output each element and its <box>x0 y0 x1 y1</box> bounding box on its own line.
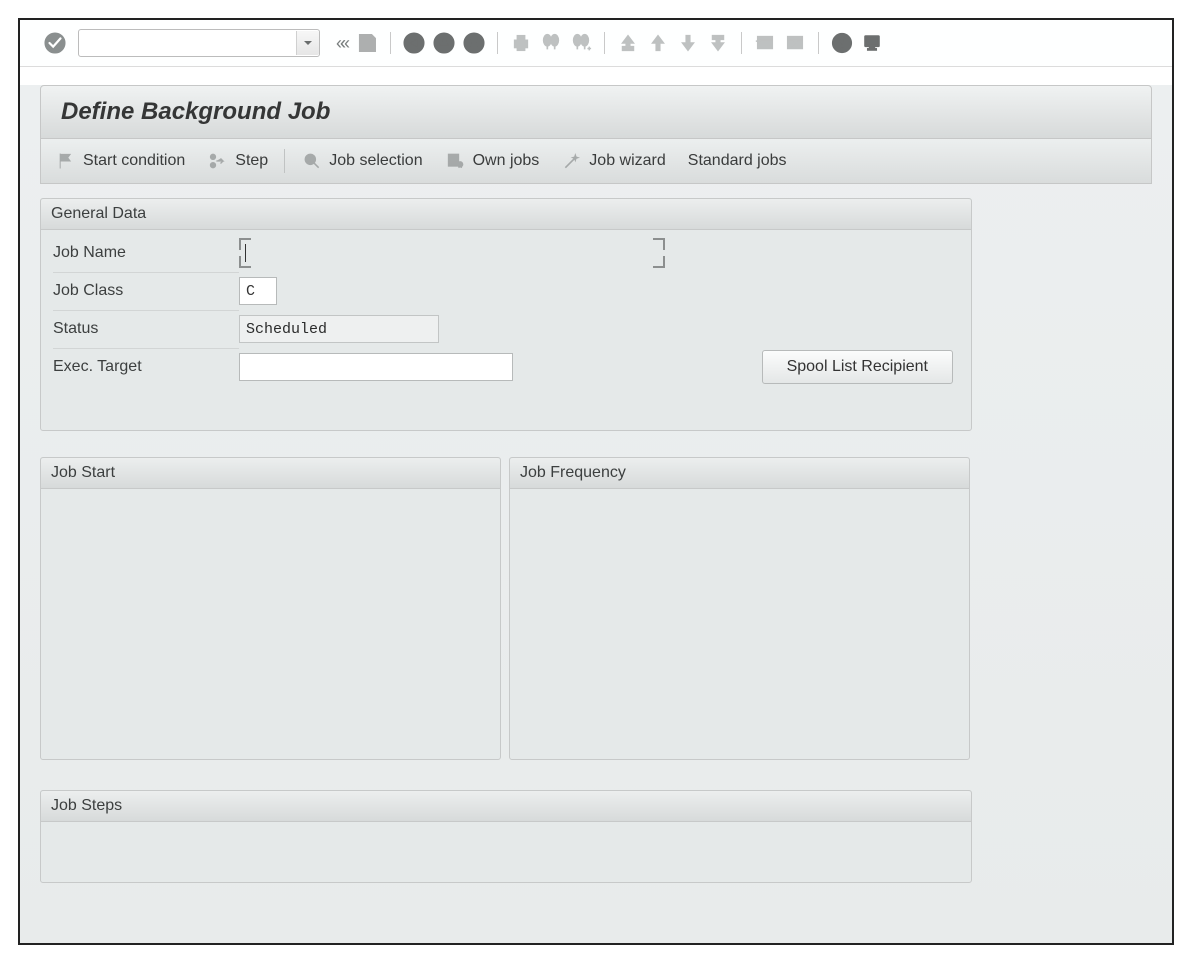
enter-icon[interactable] <box>42 30 68 56</box>
last-page-icon[interactable] <box>705 30 731 56</box>
new-session-icon[interactable] <box>752 30 778 56</box>
toolbar-separator <box>818 32 819 54</box>
start-condition-button[interactable]: Start condition <box>55 150 185 172</box>
page-title: Define Background Job <box>40 85 1152 139</box>
group-job-steps-body <box>41 822 971 882</box>
group-general-data-body: Job Name Job Class Status Scheduled <box>41 230 971 430</box>
row-job-class: Job Class <box>41 272 971 310</box>
next-page-icon[interactable] <box>675 30 701 56</box>
find-next-icon[interactable] <box>568 30 594 56</box>
row-exec-target: Exec. Target Spool List Recipient <box>41 348 971 386</box>
row-start-frequency: Job Start Job Frequency <box>40 457 970 760</box>
collapse-chevrons-icon[interactable]: «« <box>336 33 344 54</box>
own-jobs-icon <box>445 150 467 172</box>
app-toolbar-separator <box>284 149 285 173</box>
group-job-frequency-body <box>510 489 969 759</box>
exit-icon[interactable] <box>431 30 457 56</box>
group-job-frequency: Job Frequency <box>509 457 970 760</box>
status-field: Scheduled <box>239 315 439 343</box>
first-page-icon[interactable] <box>615 30 641 56</box>
save-icon[interactable] <box>354 30 380 56</box>
toolbar-separator <box>497 32 498 54</box>
back-icon[interactable] <box>401 30 427 56</box>
app-frame: «« <box>18 18 1174 945</box>
step-button[interactable]: Step <box>207 150 268 172</box>
application-toolbar: Start condition Step Job selection O <box>40 139 1152 184</box>
exec-target-label: Exec. Target <box>53 348 239 386</box>
group-job-start: Job Start <box>40 457 501 760</box>
job-class-input[interactable] <box>239 277 277 305</box>
command-dropdown-button[interactable] <box>296 31 319 55</box>
content-area: General Data Job Name Job Class <box>40 198 1152 883</box>
start-condition-label: Start condition <box>83 152 185 170</box>
standard-jobs-button[interactable]: Standard jobs <box>688 152 787 170</box>
group-general-data-title: General Data <box>41 199 971 230</box>
find-icon[interactable] <box>538 30 564 56</box>
toolbar-separator <box>390 32 391 54</box>
job-selection-button[interactable]: Job selection <box>301 150 422 172</box>
page-body: Define Background Job Start condition St… <box>20 85 1172 943</box>
help-icon[interactable] <box>829 30 855 56</box>
job-name-label: Job Name <box>53 234 239 273</box>
command-field[interactable] <box>78 29 320 57</box>
job-class-label: Job Class <box>53 272 239 311</box>
search-person-icon <box>301 150 323 172</box>
system-toolbar: «« <box>20 20 1172 67</box>
cancel-icon[interactable] <box>461 30 487 56</box>
group-general-data: General Data Job Name Job Class <box>40 198 972 431</box>
group-job-frequency-title: Job Frequency <box>510 458 969 489</box>
group-job-steps-title: Job Steps <box>41 791 971 822</box>
spool-list-recipient-button[interactable]: Spool List Recipient <box>762 350 953 384</box>
step-label: Step <box>235 152 268 170</box>
row-job-name: Job Name <box>41 234 971 272</box>
prev-page-icon[interactable] <box>645 30 671 56</box>
exec-target-input[interactable] <box>239 353 513 381</box>
job-name-input[interactable] <box>239 238 665 268</box>
flag-icon <box>55 150 77 172</box>
print-icon[interactable] <box>508 30 534 56</box>
toolbar-separator <box>604 32 605 54</box>
group-job-start-title: Job Start <box>41 458 500 489</box>
own-jobs-label: Own jobs <box>473 152 540 170</box>
job-wizard-label: Job wizard <box>589 152 665 170</box>
row-status: Status Scheduled <box>41 310 971 348</box>
standard-jobs-label: Standard jobs <box>688 152 787 170</box>
job-wizard-button[interactable]: Job wizard <box>561 150 665 172</box>
group-job-start-body <box>41 489 500 759</box>
wizard-wand-icon <box>561 150 583 172</box>
step-arrow-icon <box>207 150 229 172</box>
toolbar-separator <box>741 32 742 54</box>
status-label: Status <box>53 310 239 349</box>
group-job-steps: Job Steps <box>40 790 972 883</box>
job-selection-label: Job selection <box>329 152 422 170</box>
layout-icon[interactable] <box>859 30 885 56</box>
shortcut-icon[interactable] <box>782 30 808 56</box>
own-jobs-button[interactable]: Own jobs <box>445 150 540 172</box>
